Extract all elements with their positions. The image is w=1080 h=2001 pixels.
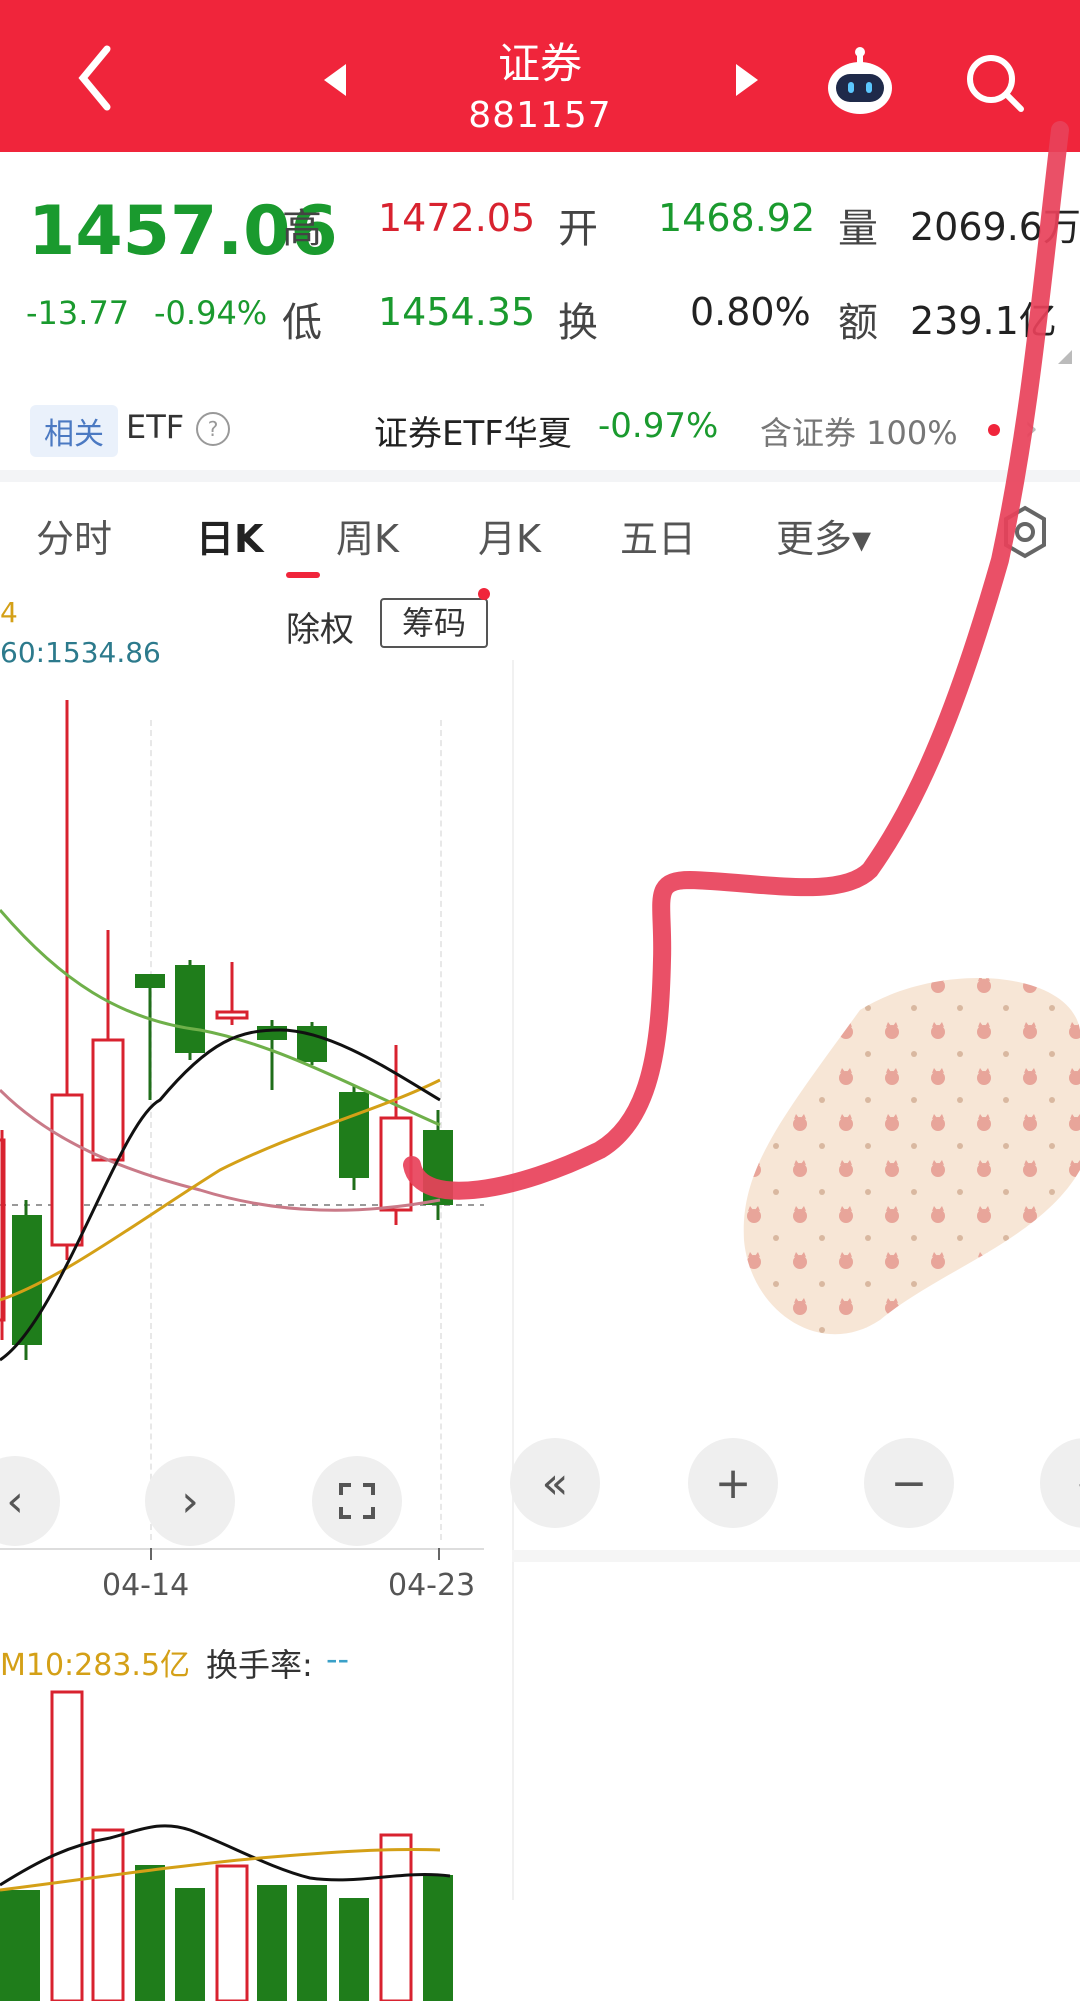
- annotation-curve: [403, 121, 1069, 1200]
